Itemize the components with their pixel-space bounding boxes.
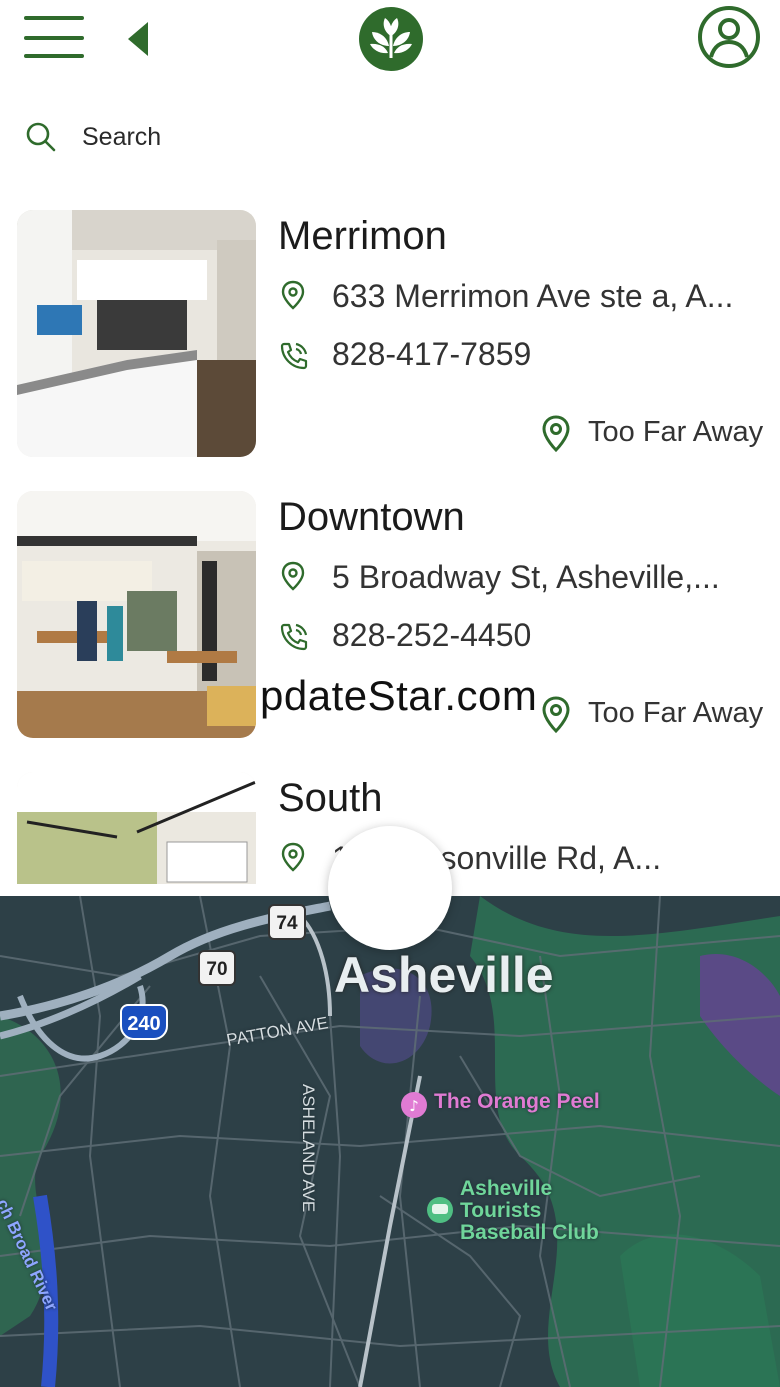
- map-road-asheland: ASHELAND AVE: [299, 1084, 318, 1213]
- brand-logo: [358, 6, 424, 72]
- location-photo: [17, 210, 256, 457]
- location-phone[interactable]: 828-252-4450: [332, 617, 531, 654]
- search-icon: [26, 122, 56, 152]
- hamburger-line: [24, 54, 84, 58]
- map-poi-orange-peel[interactable]: The Orange Peel: [434, 1090, 600, 1114]
- watermark-text: pdateStar.com: [260, 672, 538, 719]
- back-button[interactable]: [124, 16, 154, 62]
- us70-shield: 70: [198, 950, 236, 986]
- map-pin-icon: [281, 280, 305, 310]
- map-drag-handle[interactable]: [328, 826, 452, 950]
- location-card-merrimon[interactable]: Merrimon 633 Merrimon Ave ste a, A... 82…: [0, 194, 780, 457]
- profile-button[interactable]: [697, 5, 761, 69]
- distance-status: Too Far Away: [588, 416, 764, 448]
- location-name: Downtown: [278, 495, 465, 539]
- location-photo: [17, 491, 256, 738]
- us74-shield: 74: [268, 904, 306, 940]
- back-triangle-icon: [128, 22, 148, 56]
- distance-pin-icon: [542, 696, 570, 734]
- top-bar: [0, 0, 780, 90]
- poi-line: Baseball Club: [460, 1221, 599, 1244]
- map-city-label: Asheville: [334, 947, 554, 1003]
- map-poi-tourists[interactable]: Asheville Tourists Baseball Club: [460, 1178, 599, 1244]
- user-profile-icon: [698, 6, 760, 68]
- location-photo: [17, 772, 256, 884]
- map-view[interactable]: ♪ Asheville The Orange Peel Asheville To…: [0, 896, 780, 1387]
- phone-icon: [280, 342, 308, 370]
- distance-pin-icon: [542, 415, 570, 453]
- location-address[interactable]: 5 Broadway St, Asheville,...: [332, 559, 752, 596]
- i240-shield: 240: [120, 1004, 168, 1040]
- map-pin-icon: [281, 842, 305, 872]
- svg-text:♪: ♪: [409, 1097, 419, 1115]
- search-bar[interactable]: [24, 112, 424, 162]
- location-name: South: [278, 776, 383, 820]
- hamburger-line: [24, 36, 84, 40]
- phone-icon: [280, 623, 308, 651]
- location-name: Merrimon: [278, 214, 447, 258]
- distance-status: Too Far Away: [588, 697, 764, 729]
- poi-line: Tourists: [460, 1199, 542, 1222]
- hamburger-menu-icon: [24, 16, 84, 20]
- location-phone[interactable]: 828-417-7859: [332, 336, 531, 373]
- location-list[interactable]: Merrimon 633 Merrimon Ave ste a, A... 82…: [0, 194, 780, 884]
- poi-line: Asheville: [460, 1177, 553, 1200]
- location-address[interactable]: 633 Merrimon Ave ste a, A...: [332, 278, 752, 315]
- map-pin-icon: [281, 561, 305, 591]
- menu-button[interactable]: [24, 16, 86, 62]
- search-input[interactable]: [82, 116, 402, 158]
- leaf-logo-icon: [359, 7, 423, 71]
